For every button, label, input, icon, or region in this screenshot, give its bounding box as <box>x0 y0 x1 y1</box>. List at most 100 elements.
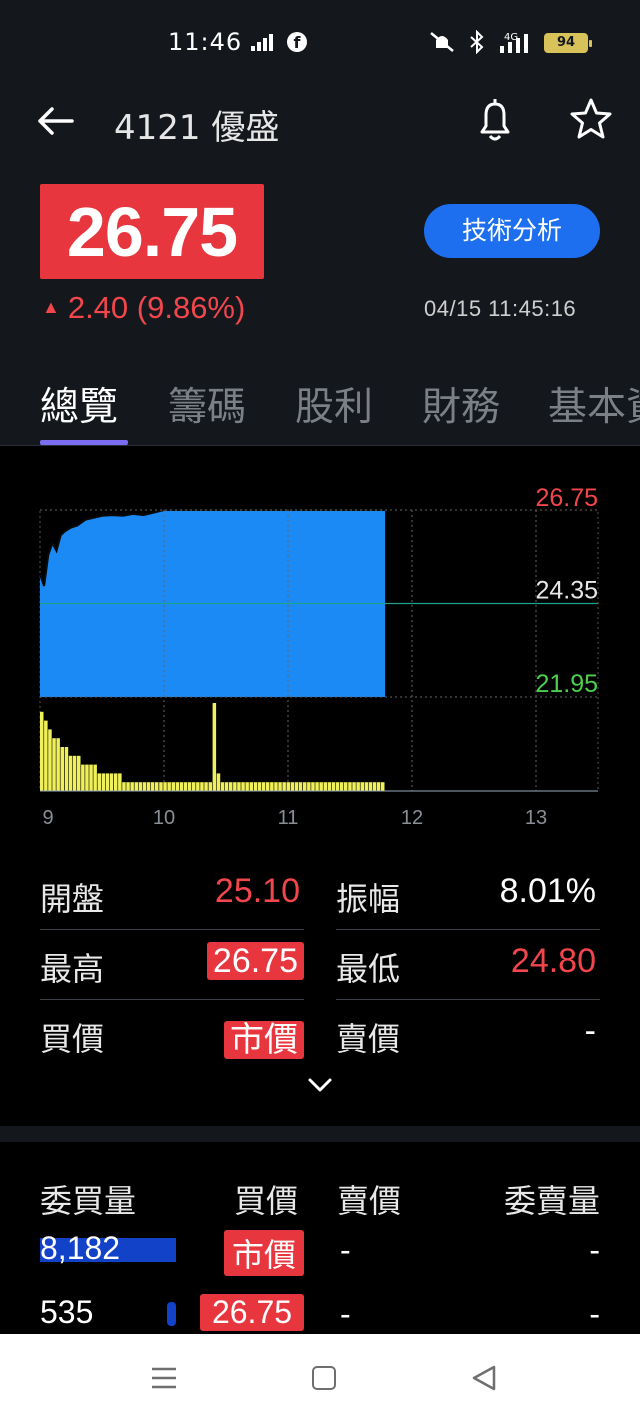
low-value: 24.80 <box>510 942 596 980</box>
volume-bar <box>101 773 106 791</box>
volume-bar <box>233 782 237 791</box>
volume-bar <box>368 782 373 791</box>
mute-icon <box>430 32 454 52</box>
volume-bar <box>52 738 56 791</box>
volume-bar <box>257 782 262 791</box>
volume-bar <box>319 782 323 791</box>
volume-bar <box>130 782 134 791</box>
volume-bar <box>335 782 340 791</box>
section-divider <box>0 1126 640 1142</box>
volume-bar <box>212 703 217 791</box>
volume-bar <box>311 782 315 791</box>
bid-price-header: 買價 <box>234 1182 299 1220</box>
volume-bar <box>183 782 188 791</box>
back-arrow-icon[interactable] <box>36 106 76 136</box>
volume-bar <box>224 782 229 791</box>
volume-bar <box>126 782 130 791</box>
volume-bar <box>81 764 85 791</box>
battery-indicator: 94 <box>544 33 592 53</box>
intraday-chart[interactable]: 26.75 24.35 21.95 9 10 11 12 13 <box>0 470 640 830</box>
row1-ask-volume: - <box>589 1232 600 1268</box>
price-box: 26.75 <box>40 184 264 279</box>
volume-bar <box>237 782 241 791</box>
bid-value-wrap: 市價 <box>224 1012 304 1061</box>
bid-value: 市價 <box>224 1021 304 1059</box>
volume-bar <box>138 782 143 791</box>
volume-bar <box>278 782 282 791</box>
x-tick-label: 11 <box>278 807 299 829</box>
volume-bar <box>376 782 381 791</box>
star-icon[interactable] <box>568 96 614 142</box>
volume-bar <box>352 782 356 791</box>
volume-bar <box>60 747 64 791</box>
volume-bar <box>298 782 303 791</box>
tab-overview[interactable]: 總覽 <box>40 376 118 432</box>
volume-bar <box>200 782 204 791</box>
volume-bar <box>331 782 336 791</box>
volume-bar <box>40 711 44 791</box>
tab-dividend[interactable]: 股利 <box>295 376 373 432</box>
stat-row-high: 最高 26.75 最低 24.80 <box>40 932 600 1000</box>
system-nav-bar <box>0 1334 640 1422</box>
volume-bar <box>56 738 60 791</box>
volume-bar <box>282 782 286 791</box>
volume-bar <box>196 782 200 791</box>
ask-price-header: 賣價 <box>337 1182 402 1220</box>
volume-bar <box>48 729 52 791</box>
row2-bid-price-tag: 26.75 <box>200 1294 304 1331</box>
volume-bar <box>356 782 360 791</box>
technical-analysis-button[interactable]: 技術分析 <box>424 204 600 258</box>
volume-bar <box>93 764 97 791</box>
volume-bar <box>348 782 352 791</box>
volume-bar <box>192 782 196 791</box>
volume-bar <box>270 782 274 791</box>
volume-bar <box>294 782 299 791</box>
volume-bar <box>204 782 208 791</box>
tab-fundamentals[interactable]: 基本資 <box>548 376 640 432</box>
stat-row-bid: 買價 市價 賣價 - <box>40 1002 600 1070</box>
amplitude-value: 8.01% <box>499 872 596 910</box>
volume-bar <box>68 755 73 791</box>
y-label-high: 26.75 <box>535 484 598 512</box>
row1-bid-price-tag: 市價 <box>224 1230 304 1276</box>
volume-bar <box>372 782 377 791</box>
order-book: 委買量 買價 賣價 委賣量 8,182 市價 - - 535 26.75 - - <box>40 1170 600 1335</box>
volume-bar <box>142 782 147 791</box>
volume-bar <box>245 782 249 791</box>
volume-bar <box>109 773 114 791</box>
volume-bar <box>249 782 253 791</box>
tab-chips[interactable]: 籌碼 <box>168 376 246 432</box>
volume-bar <box>167 782 171 791</box>
volume-bar <box>105 773 110 791</box>
bell-icon[interactable] <box>474 96 516 144</box>
x-tick-label: 9 <box>42 807 53 829</box>
volume-bar <box>339 782 344 791</box>
chevron-down-icon[interactable] <box>307 1076 333 1094</box>
volume-bar <box>77 755 81 791</box>
x-tick-label: 13 <box>525 807 547 829</box>
recent-apps-icon[interactable] <box>150 1364 178 1392</box>
volume-bar <box>286 782 290 791</box>
stock-title: 4121 優盛 <box>114 108 280 148</box>
home-icon[interactable] <box>312 1366 336 1390</box>
row1-bid-price: 市價 <box>224 1230 304 1276</box>
volume-bar <box>85 764 89 791</box>
open-label: 開盤 <box>40 880 105 918</box>
bid-label: 買價 <box>40 1020 105 1058</box>
volume-bar <box>266 782 270 791</box>
volume-bar <box>179 782 184 791</box>
nav-back-icon[interactable] <box>470 1364 498 1392</box>
x-tick-label: 10 <box>153 807 175 829</box>
volume-bar <box>150 782 155 791</box>
volume-bar <box>122 782 126 791</box>
tab-bar: 總覽 籌碼 股利 財務 基本資 <box>0 376 640 446</box>
tab-finance[interactable]: 財務 <box>422 376 500 432</box>
volume-bar <box>327 782 332 791</box>
data-signal-icon <box>251 34 273 51</box>
row1-ask-price: - <box>340 1232 351 1268</box>
volume-bar <box>241 782 245 791</box>
open-value: 25.10 <box>214 872 300 910</box>
volume-bar <box>364 782 369 791</box>
row2-ask-volume: - <box>589 1296 600 1332</box>
volume-bar <box>159 782 163 791</box>
